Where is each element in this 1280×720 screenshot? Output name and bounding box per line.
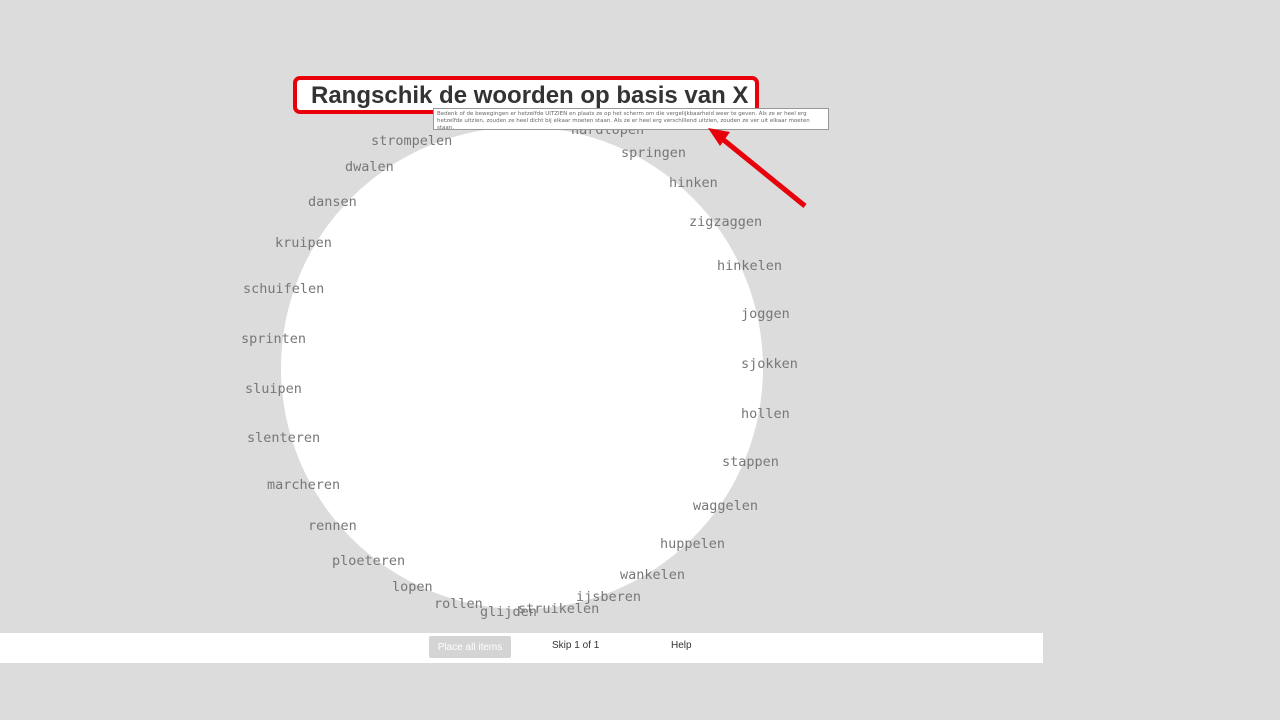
- word-item[interactable]: stappen: [722, 455, 779, 470]
- word-item[interactable]: rennen: [308, 519, 357, 534]
- word-item[interactable]: lopen: [392, 580, 433, 595]
- word-item[interactable]: hinkelen: [717, 259, 782, 274]
- word-item[interactable]: marcheren: [267, 478, 340, 493]
- ranking-arena: hardlopen springen hinken zigzaggen hinkelen…: [0, 0, 1280, 720]
- word-item[interactable]: joggen: [741, 307, 790, 322]
- word-item[interactable]: wankelen: [620, 568, 685, 583]
- word-item[interactable]: ploeteren: [332, 554, 405, 569]
- word-item[interactable]: waggelen: [693, 499, 758, 514]
- help-button[interactable]: Help: [671, 640, 692, 651]
- word-item[interactable]: slenteren: [247, 431, 320, 446]
- word-item[interactable]: rollen: [434, 597, 483, 612]
- place-all-items-button[interactable]: Place all items: [429, 636, 511, 658]
- word-item[interactable]: kruipen: [275, 236, 332, 251]
- word-item[interactable]: sluipen: [245, 382, 302, 397]
- word-item[interactable]: hollen: [741, 407, 790, 422]
- word-item[interactable]: schuifelen: [243, 282, 324, 297]
- word-item[interactable]: glijden: [480, 605, 537, 620]
- page-title: Rangschik de woorden op basis van X: [311, 82, 749, 109]
- skip-button[interactable]: Skip 1 of 1: [552, 640, 599, 651]
- word-item[interactable]: sprinten: [241, 332, 306, 347]
- word-item[interactable]: springen: [621, 146, 686, 161]
- word-item[interactable]: huppelen: [660, 537, 725, 552]
- red-arrow-icon: [708, 128, 807, 208]
- word-item[interactable]: dwalen: [345, 160, 394, 175]
- word-item[interactable]: dansen: [308, 195, 357, 210]
- word-item[interactable]: strompelen: [371, 134, 452, 149]
- footer-bar: Place all items Skip 1 of 1 Help: [0, 633, 1043, 663]
- word-item[interactable]: sjokken: [741, 357, 798, 372]
